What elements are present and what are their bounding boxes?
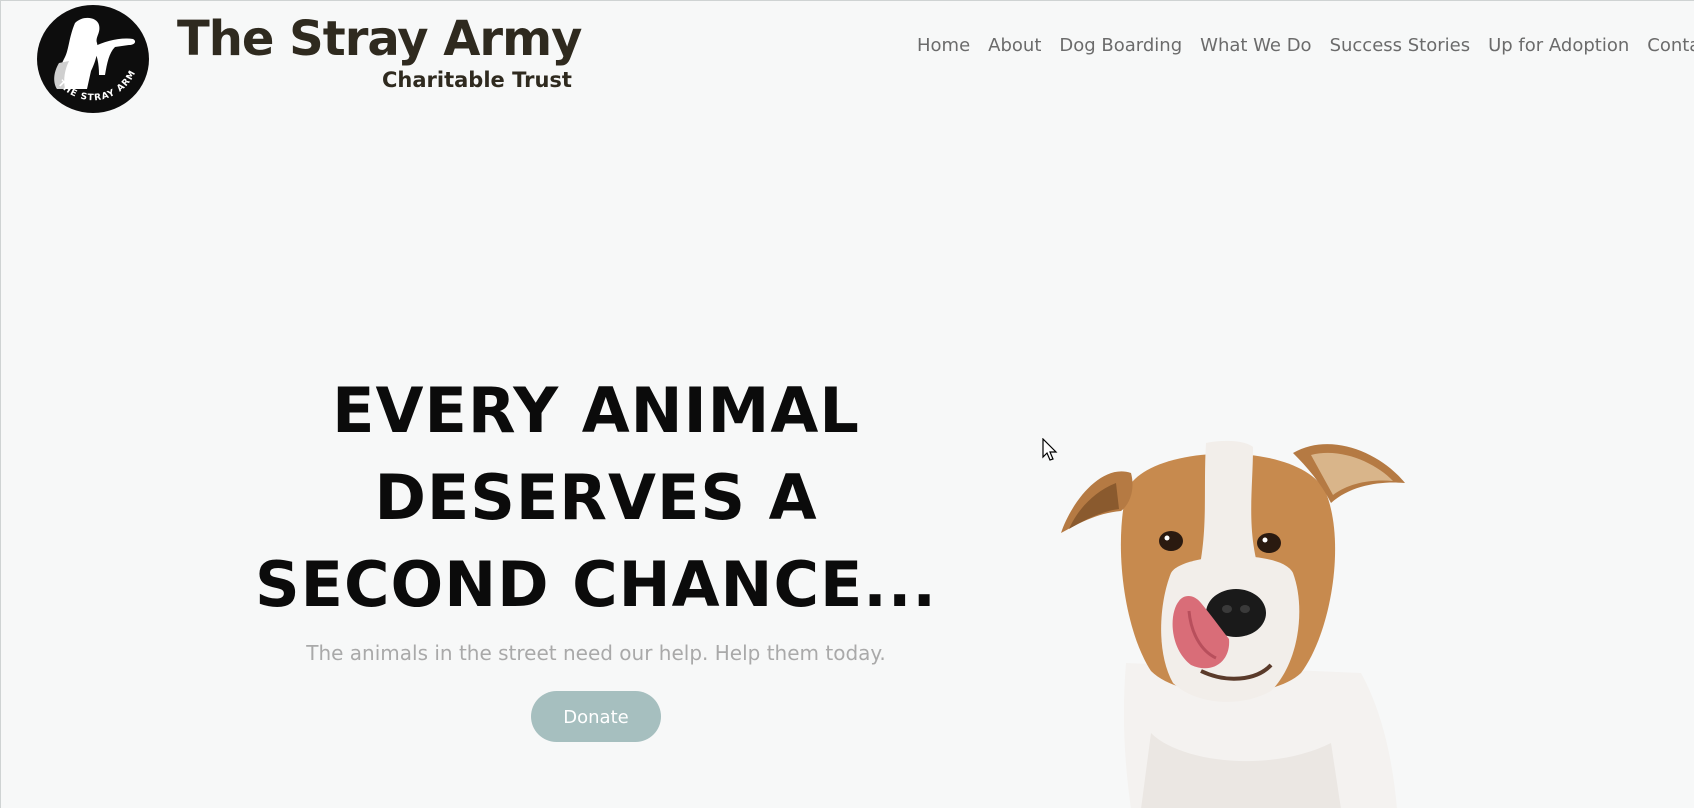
- nav-contact-us[interactable]: Contact Us: [1647, 33, 1694, 59]
- mouse-cursor-icon: [1042, 438, 1058, 461]
- nav-about[interactable]: About: [988, 33, 1041, 59]
- hero-headline-line: EVERY ANIMAL: [332, 374, 860, 447]
- nav-home[interactable]: Home: [917, 33, 970, 59]
- hero-headline: EVERY ANIMAL DESERVES A SECOND CHANCE...: [181, 367, 1011, 628]
- brand-subtitle: Charitable Trust: [382, 68, 572, 92]
- main-nav: Home About Dog Boarding What We Do Succe…: [917, 33, 1694, 59]
- page: THE STRAY ARMY The Stray Army Charitable…: [0, 0, 1694, 808]
- nav-success-stories[interactable]: Success Stories: [1330, 33, 1471, 59]
- hero: EVERY ANIMAL DESERVES A SECOND CHANCE...…: [181, 367, 1011, 666]
- hero-headline-line: SECOND CHANCE...: [255, 548, 937, 621]
- nav-dog-boarding[interactable]: Dog Boarding: [1059, 33, 1182, 59]
- brand-title[interactable]: The Stray Army: [177, 7, 582, 71]
- hero-subtitle: The animals in the street need our help.…: [306, 641, 886, 665]
- brand-logo[interactable]: THE STRAY ARMY: [35, 3, 151, 115]
- donate-button[interactable]: Donate: [531, 691, 661, 742]
- nav-up-for-adoption[interactable]: Up for Adoption: [1488, 33, 1629, 59]
- dog-image: [1061, 440, 1405, 808]
- hero-headline-line: DESERVES A: [374, 461, 818, 534]
- window-edge: [1694, 0, 1700, 808]
- nav-what-we-do[interactable]: What We Do: [1200, 33, 1311, 59]
